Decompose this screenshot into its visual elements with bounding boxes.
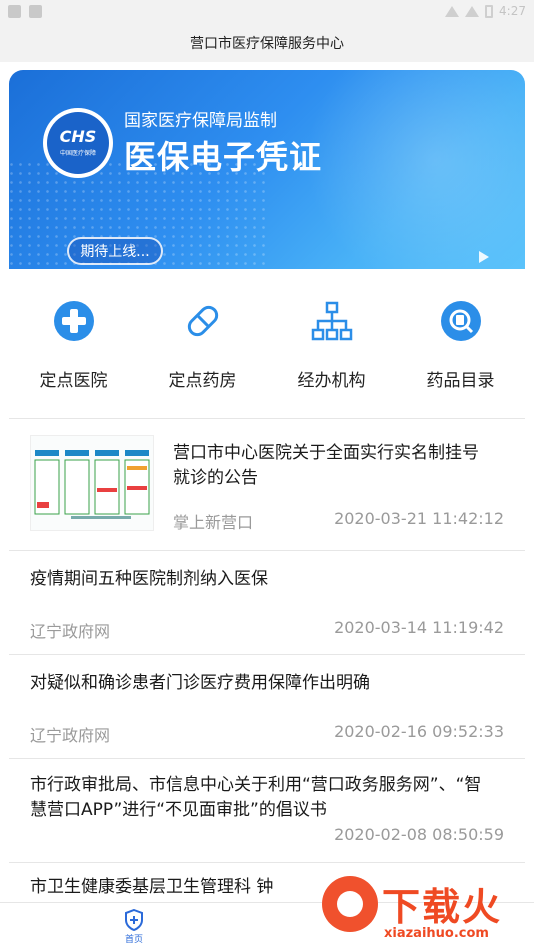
page-title: 营口市医疗保障服务中心 (190, 36, 344, 52)
watermark-text: 下载火 (382, 885, 503, 929)
watermark: 下载火 xiazaihuo.com (316, 872, 534, 950)
news-title: 对疑似和确诊患者门诊医疗费用保障作出明确 (30, 673, 370, 693)
play-icon[interactable] (479, 251, 489, 263)
notification-icons (8, 5, 42, 18)
news-thumbnail (30, 435, 154, 531)
org-chart-icon (310, 299, 354, 343)
quick-action-drug-catalog[interactable]: 药品目录 (396, 282, 525, 400)
quick-action-label: 定点药房 (168, 371, 237, 391)
banner-title: 医保电子凭证 (124, 138, 323, 176)
news-item[interactable]: 对疑似和确诊患者门诊医疗费用保障作出明确 辽宁政府网 2020-02-16 09… (9, 655, 525, 759)
tab-home[interactable]: 首页 (116, 909, 152, 945)
news-title: 市卫生健康委基层卫生管理科 钟 (30, 877, 274, 897)
pill-capsule-icon (181, 299, 225, 343)
news-title: 市行政审批局、市信息中心关于利用“营口政务服务网”、“智慧营口APP”进行“不见… (30, 775, 482, 820)
shield-home-icon (125, 909, 143, 931)
watermark-url: xiazaihuo.com (384, 926, 489, 941)
tab-home-label: 首页 (124, 935, 143, 945)
quick-action-label: 经办机构 (297, 371, 366, 391)
news-date: 2020-03-21 11:42:12 (334, 509, 504, 528)
news-date: 2020-03-14 11:19:42 (334, 618, 504, 637)
quick-action-hospital[interactable]: 定点医院 (9, 282, 138, 400)
chs-logo: CHS 中国医疗保障 (43, 108, 113, 178)
notification-icon (8, 5, 21, 18)
app-bar: 营口市医疗保障服务中心 (0, 24, 534, 62)
notification-icon (29, 5, 42, 18)
news-source: 辽宁政府网 (30, 622, 111, 641)
wifi-icon (445, 5, 460, 17)
news-date: 2020-02-16 09:52:33 (334, 722, 504, 741)
coming-soon-pill[interactable]: 期待上线... (67, 237, 163, 265)
news-item[interactable]: 疫情期间五种医院制剂纳入医保 辽宁政府网 2020-03-14 11:19:42 (9, 551, 525, 655)
logo-mark: CHS (59, 127, 97, 146)
battery-icon (485, 4, 494, 18)
quick-actions: 定点医院 定点药房 经办机构 药品目录 (9, 282, 525, 400)
news-list: 营口市中心医院关于全面实行实名制挂号就诊的公告 掌上新营口 2020-03-21… (9, 418, 525, 923)
news-source: 辽宁政府网 (30, 726, 111, 745)
status-bar: 4:27 (0, 0, 534, 24)
news-source: 掌上新营口 (173, 513, 254, 532)
news-title: 疫情期间五种医院制剂纳入医保 (30, 569, 268, 589)
news-title: 营口市中心医院关于全面实行实名制挂号就诊的公告 (173, 443, 479, 488)
news-item[interactable]: 营口市中心医院关于全面实行实名制挂号就诊的公告 掌上新营口 2020-03-21… (9, 419, 525, 551)
watermark-logo-icon (322, 876, 378, 932)
banner[interactable]: CHS 中国医疗保障 国家医疗保障局监制 医保电子凭证 期待上线... (9, 70, 525, 269)
banner-subtitle: 国家医疗保障局监制 (124, 111, 277, 131)
status-time: 4:27 (499, 4, 526, 18)
quick-action-label: 药品目录 (426, 371, 495, 391)
plus-circle-icon (52, 299, 96, 343)
search-document-icon (439, 299, 483, 343)
signal-icon (465, 5, 480, 17)
quick-action-pharmacy[interactable]: 定点药房 (138, 282, 267, 400)
quick-action-label: 定点医院 (39, 371, 108, 391)
logo-subtext: 中国医疗保障 (59, 150, 96, 157)
system-icons: 4:27 (445, 4, 526, 18)
news-item[interactable]: 市行政审批局、市信息中心关于利用“营口政务服务网”、“智慧营口APP”进行“不见… (9, 759, 525, 863)
news-date: 2020-02-08 08:50:59 (334, 825, 504, 844)
quick-action-agency[interactable]: 经办机构 (267, 282, 396, 400)
